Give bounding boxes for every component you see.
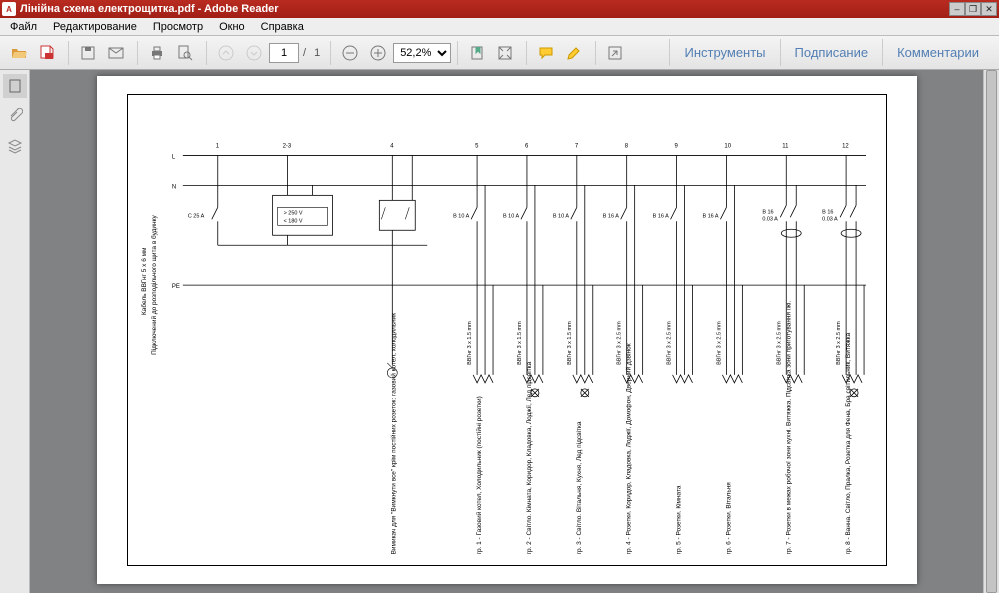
svg-text:9: 9	[674, 143, 678, 149]
svg-text:ВВГнг 3 x 2.5 mm: ВВГнг 3 x 2.5 mm	[616, 321, 622, 365]
label-N: N	[171, 184, 175, 190]
highlight-icon[interactable]	[561, 40, 587, 66]
layers-icon[interactable]	[3, 134, 27, 158]
fit-page-icon[interactable]	[492, 40, 518, 66]
title-bar: A Лінійна схема електрощитка.pdf - Adobe…	[0, 0, 999, 18]
svg-text:гр. 5 - Розетки. Кімната: гр. 5 - Розетки. Кімната	[674, 485, 682, 554]
print-icon[interactable]	[144, 40, 170, 66]
minimize-button[interactable]: ‒	[949, 2, 965, 16]
svg-text:ВВГнг 3 x 1.5 mm: ВВГнг 3 x 1.5 mm	[467, 321, 473, 365]
zoom-in-icon[interactable]	[365, 40, 391, 66]
page-up-icon[interactable]	[213, 40, 239, 66]
menu-view[interactable]: Просмотр	[147, 20, 209, 34]
zoom-out-icon[interactable]	[337, 40, 363, 66]
svg-text:гр. 1 - Газовий котел, Холодил: гр. 1 - Газовий котел, Холодильник (пост…	[475, 396, 483, 554]
attachments-icon[interactable]	[3, 104, 27, 128]
svg-text:B 16 A: B 16 A	[602, 213, 618, 219]
side-text-2: Підключений до розподільчого щита в буди…	[149, 215, 157, 355]
window-title: Лінійна схема електрощитка.pdf - Adobe R…	[20, 3, 949, 15]
workspace: Кабель ВВГнг 5 x 6 мм Підключений до роз…	[0, 70, 999, 593]
svg-text:0.03 A: 0.03 A	[762, 216, 778, 222]
menu-bar: Файл Редактирование Просмотр Окно Справк…	[0, 18, 999, 36]
svg-text:C 25 A: C 25 A	[187, 213, 204, 219]
bookmark-icon[interactable]	[464, 40, 490, 66]
label-L: L	[171, 154, 175, 160]
svg-text:ВВГнг 3 x 2.5 mm: ВВГнг 3 x 2.5 mm	[666, 321, 672, 365]
export-pdf-icon[interactable]	[34, 40, 60, 66]
comment-icon[interactable]	[533, 40, 559, 66]
svg-text:B 16: B 16	[822, 209, 833, 215]
app-icon: A	[2, 2, 16, 16]
svg-text:< 180 V: < 180 V	[283, 218, 302, 224]
svg-text:Вимикач для "Вимкнути все" крі: Вимикач для "Вимкнути все" крім постійни…	[389, 313, 397, 555]
svg-text:B 10 A: B 10 A	[453, 213, 469, 219]
search-doc-icon[interactable]	[172, 40, 198, 66]
diagram-frame: Кабель ВВГнг 5 x 6 мм Підключений до роз…	[127, 94, 887, 566]
svg-text:6: 6	[524, 143, 528, 149]
svg-text:0.03 A: 0.03 A	[822, 216, 838, 222]
svg-text:гр. 6 - Розетки. Вітальня: гр. 6 - Розетки. Вітальня	[724, 482, 732, 555]
svg-text:7: 7	[574, 143, 578, 149]
svg-text:> 250 V: > 250 V	[283, 210, 302, 216]
toolbar: / 1 52,2% Инструменты Подписание Коммент…	[0, 36, 999, 70]
page-total: 1	[314, 47, 320, 59]
tab-comments[interactable]: Комментарии	[882, 39, 993, 66]
open-icon[interactable]	[6, 40, 32, 66]
document-viewer[interactable]: Кабель ВВГнг 5 x 6 мм Підключений до роз…	[30, 70, 983, 593]
svg-text:B 10 A: B 10 A	[503, 213, 519, 219]
tab-tools[interactable]: Инструменты	[669, 39, 779, 66]
thumbnails-icon[interactable]	[3, 74, 27, 98]
page-number-input[interactable]	[269, 43, 299, 63]
menu-edit[interactable]: Редактирование	[47, 20, 143, 34]
svg-text:10: 10	[724, 143, 731, 149]
svg-text:гр. 3 - Світло. Вітальня, Кухн: гр. 3 - Світло. Вітальня, Кухня, Лед під…	[574, 421, 582, 554]
menu-window[interactable]: Окно	[213, 20, 251, 34]
zoom-select[interactable]: 52,2%	[393, 43, 451, 63]
svg-text:ВВГнг 3 x 2.5 mm: ВВГнг 3 x 2.5 mm	[776, 321, 782, 365]
svg-text:ВВГнг 3 x 1.5 mm: ВВГнг 3 x 1.5 mm	[516, 321, 522, 365]
side-text-1: Кабель ВВГнг 5 x 6 мм	[139, 247, 147, 315]
svg-text:ВВГнг 3 x 2.5 mm: ВВГнг 3 x 2.5 mm	[716, 321, 722, 365]
svg-text:5: 5	[475, 143, 479, 149]
svg-text:B 16 A: B 16 A	[652, 213, 668, 219]
share-icon[interactable]	[602, 40, 628, 66]
svg-text:гр. 2 - Світло. Кімната, Корид: гр. 2 - Світло. Кімната, Коридор, Кладов…	[524, 361, 532, 554]
maximize-button[interactable]: ❐	[965, 2, 981, 16]
svg-text:12: 12	[842, 143, 849, 149]
svg-text:гр. 4 - Розетки. Коридор, Клад: гр. 4 - Розетки. Коридор, Кладовка, Лодж…	[624, 343, 632, 554]
svg-text:B 10 A: B 10 A	[552, 213, 568, 219]
svg-text:11: 11	[782, 143, 789, 149]
svg-text:8: 8	[624, 143, 628, 149]
label-PE: PE	[171, 284, 179, 290]
svg-text:B 16: B 16	[762, 209, 773, 215]
email-icon[interactable]	[103, 40, 129, 66]
vertical-scrollbar[interactable]	[983, 70, 999, 593]
page-separator: /	[303, 47, 306, 59]
svg-text:4: 4	[390, 143, 394, 149]
svg-text:ВВГнг 3 x 2.5 mm: ВВГнг 3 x 2.5 mm	[836, 321, 842, 365]
svg-text:ВВГнг 3 x 1.5 mm: ВВГнг 3 x 1.5 mm	[566, 321, 572, 365]
page-down-icon[interactable]	[241, 40, 267, 66]
menu-help[interactable]: Справка	[255, 20, 310, 34]
svg-text:1: 1	[215, 143, 219, 149]
svg-text:B 16 A: B 16 A	[702, 213, 718, 219]
svg-text:гр. 8 - Ванна. Світло, Пралка,: гр. 8 - Ванна. Світло, Пралка, Розетка д…	[844, 332, 852, 554]
sidebar	[0, 70, 30, 593]
pdf-page: Кабель ВВГнг 5 x 6 мм Підключений до роз…	[97, 76, 917, 584]
svg-text:гр. 7 - Розетки в межах робочо: гр. 7 - Розетки в межах робочої зони кух…	[784, 301, 792, 555]
svg-text:2-3: 2-3	[282, 143, 291, 149]
close-button[interactable]: ✕	[981, 2, 997, 16]
save-icon[interactable]	[75, 40, 101, 66]
tab-sign[interactable]: Подписание	[780, 39, 883, 66]
menu-file[interactable]: Файл	[4, 20, 43, 34]
